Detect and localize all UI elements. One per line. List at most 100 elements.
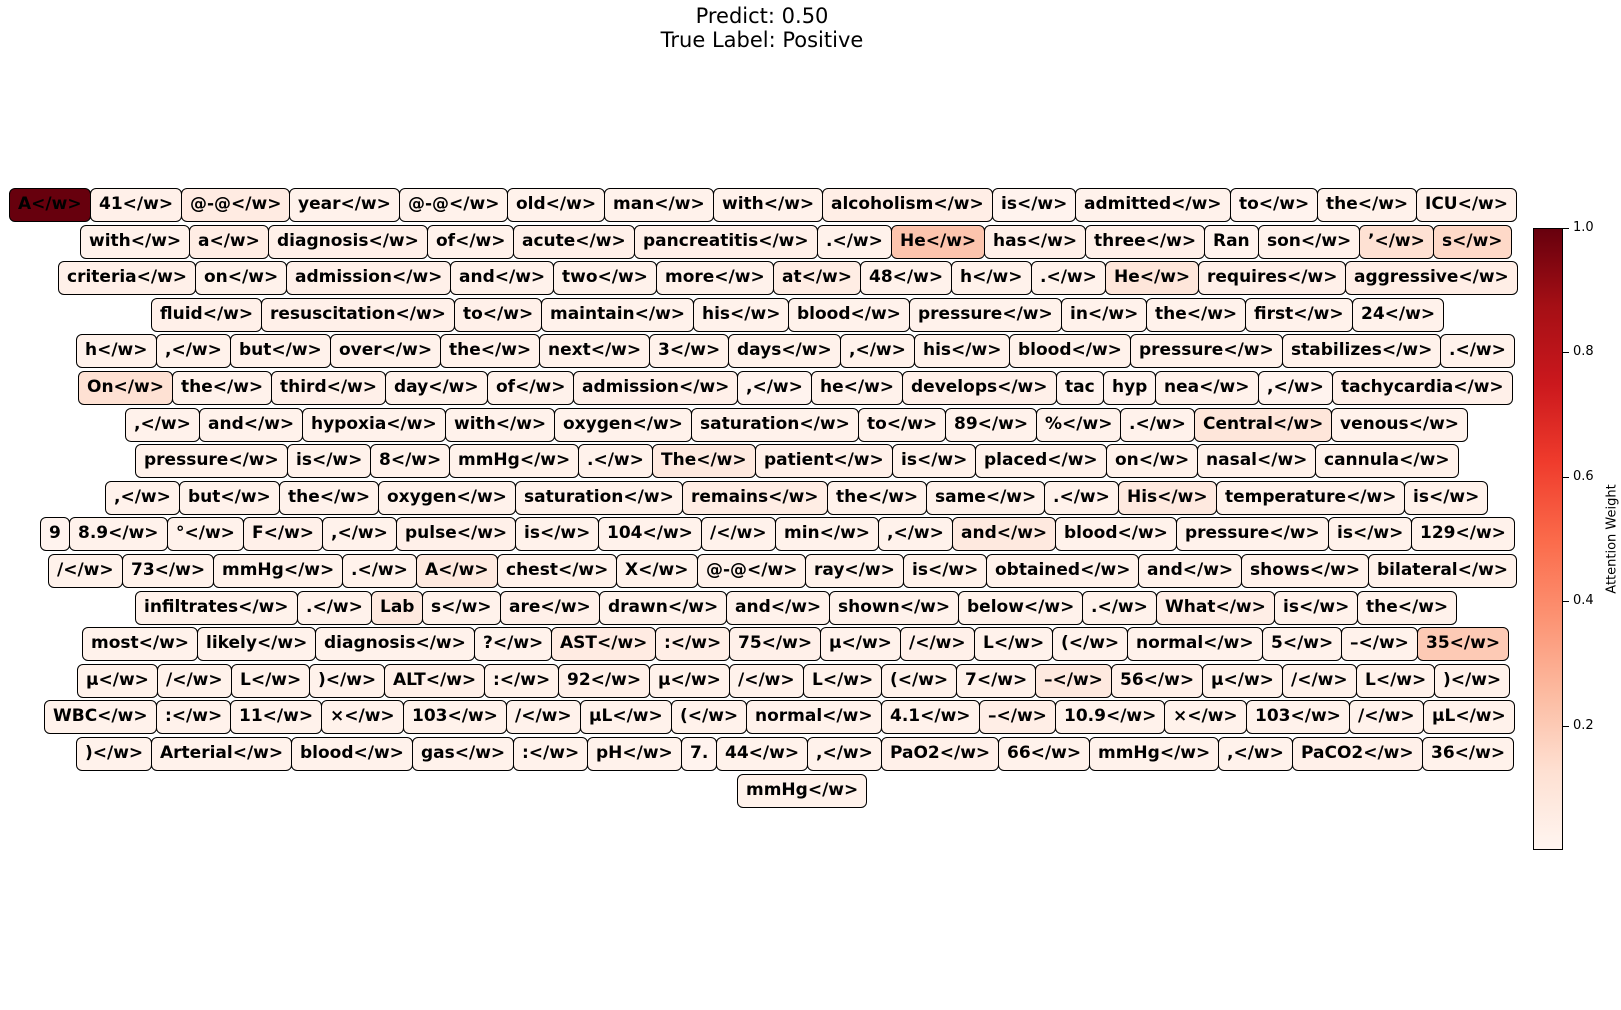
token-cell: alcoholism</w> [822,188,993,222]
token-cell: @-@</w> [181,188,291,222]
token-cell: acute</w> [513,225,635,259]
token-cell: He</w> [1105,261,1200,295]
token-cell: On</w> [78,371,173,405]
token-cell: pressure</w> [1130,334,1283,368]
token-cell: normal</w> [1127,627,1263,661]
token-cell: patient</w> [755,444,893,478]
token-cell: infiltrates</w> [135,591,298,625]
token-cell: 89</w> [945,408,1038,442]
token-cell: nea</w> [1155,371,1259,405]
token-cell: tachycardia</w> [1332,371,1513,405]
token-cell: ×</w> [1164,700,1247,734]
token-cell: admission</w> [286,261,452,295]
token-cell: and</w> [450,261,555,295]
token-cell: but</w> [179,481,280,515]
token-cell: drawn</w> [599,591,728,625]
token-cell: A</w> [416,554,498,588]
token-cell: admission</w> [573,371,739,405]
token-cell: same</w> [926,481,1046,515]
token-cell: to</w> [454,298,543,332]
token-cell: μL</w> [1423,700,1515,734]
token-cell: three</w> [1085,225,1206,259]
token-cell: s</w> [422,591,501,625]
token-row: ,</w> and</w> hypoxia</w> with</w> oxygen</w… [0,408,1621,442]
token-cell: 8</w> [370,444,451,478]
token-cell: The</w> [652,444,756,478]
token-cell: tac [1056,371,1104,405]
token-cell: ×</w> [321,700,404,734]
token-cell: ,</w> [1218,737,1293,771]
token-cell: /</w> [1282,664,1357,698]
token-cell: mmHg</w> [449,444,580,478]
token-cell: /</w> [701,517,776,551]
token-cell: the</w> [279,481,380,515]
token-cell: obtained</w> [986,554,1140,588]
token-row: fluid</w> resuscitation</w> to</w> maintain… [0,298,1621,332]
token-cell: 73</w> [122,554,215,588]
token-cell: saturation</w> [691,408,859,442]
token-cell: days</w> [728,334,841,368]
token-cell: min</w> [775,517,880,551]
token-cell: criteria</w> [58,261,197,295]
token-cell: .</w> [1082,591,1157,625]
token-cell: His</w> [1118,481,1217,515]
token-cell: is</w> [1404,481,1489,515]
token-cell: 75</w> [729,627,822,661]
token-cell: requires</w> [1198,261,1347,295]
token-cell: is</w> [287,444,372,478]
token-cell: pancreatitis</w> [634,225,818,259]
token-cell: ,</w> [878,517,953,551]
token-cell: μL</w> [580,700,672,734]
token-cell: /</w> [48,554,123,588]
token-cell: 56</w> [1111,664,1204,698]
token-cell: normal</w> [746,700,882,734]
token-cell: of</w> [487,371,575,405]
token-cell: WBC</w> [44,700,157,734]
token-cell: with</w> [445,408,556,442]
token-row: ,</w> but</w> the</w> oxygen</w> saturation<… [0,481,1621,515]
token-cell: 104</w> [598,517,702,551]
token-row: 9 8.9</w> °</w> F</w> ,</w> pulse</w> is</w> 10… [0,517,1621,551]
token-cell: old</w> [507,188,606,222]
token-cell: /</w> [900,627,975,661]
token-cell: in</w> [1061,298,1148,332]
token-cell: 66</w> [998,737,1091,771]
token-cell: (</w> [1052,627,1129,661]
token-row: /</w> 73</w> mmHg</w> .</w> A</w> chest</w> X<… [0,554,1621,588]
token-cell: his</w> [693,298,790,332]
token-cell: 9 [40,517,70,551]
token-cell: ,</w> [105,481,180,515]
token-cell: develops</w> [902,371,1057,405]
token-cell: maintain</w> [541,298,695,332]
token-cell: 8.9</w> [69,517,168,551]
token-cell: two</w> [553,261,657,295]
token-cell: μ</w> [820,627,901,661]
token-cell: venous</w> [1331,408,1469,442]
token-cell: first</w> [1245,298,1353,332]
token-cell: is</w> [992,188,1077,222]
colorbar-tick-mark [1563,601,1569,602]
token-cell: ?</w> [474,627,553,661]
token-cell: and</w> [952,517,1057,551]
token-cell: the</w> [172,371,273,405]
token-cell: a</w> [189,225,269,259]
token-cell: man</w> [604,188,714,222]
token-cell: with</w> [713,188,824,222]
token-cell: on</w> [195,261,288,295]
token-cell: pressure</w> [135,444,288,478]
token-cell: resuscitation</w> [261,298,455,332]
token-row: WBC</w>:</w> 11</w> ×</w> 103</w>/</w> μL</w… [0,700,1621,734]
token-cell: /</w> [157,664,232,698]
token-cell: below</w> [958,591,1084,625]
token-cell: more</w> [656,261,774,295]
token-cell: shown</w> [829,591,960,625]
token-cell: ,</w> [840,334,915,368]
token-cell: aggressive</w> [1345,261,1518,295]
token-cell: /</w> [729,664,804,698]
token-cell: )</w> [1434,664,1511,698]
token-cell: 7. [681,737,718,771]
token-row: criteria</w> on</w> admission</w> and</w> tw… [0,261,1621,295]
token-cell: third</w> [271,371,387,405]
token-cell: .</w> [1044,481,1119,515]
token-row: On</w> the</w> third</w> day</w> of</w> admis… [0,371,1621,405]
